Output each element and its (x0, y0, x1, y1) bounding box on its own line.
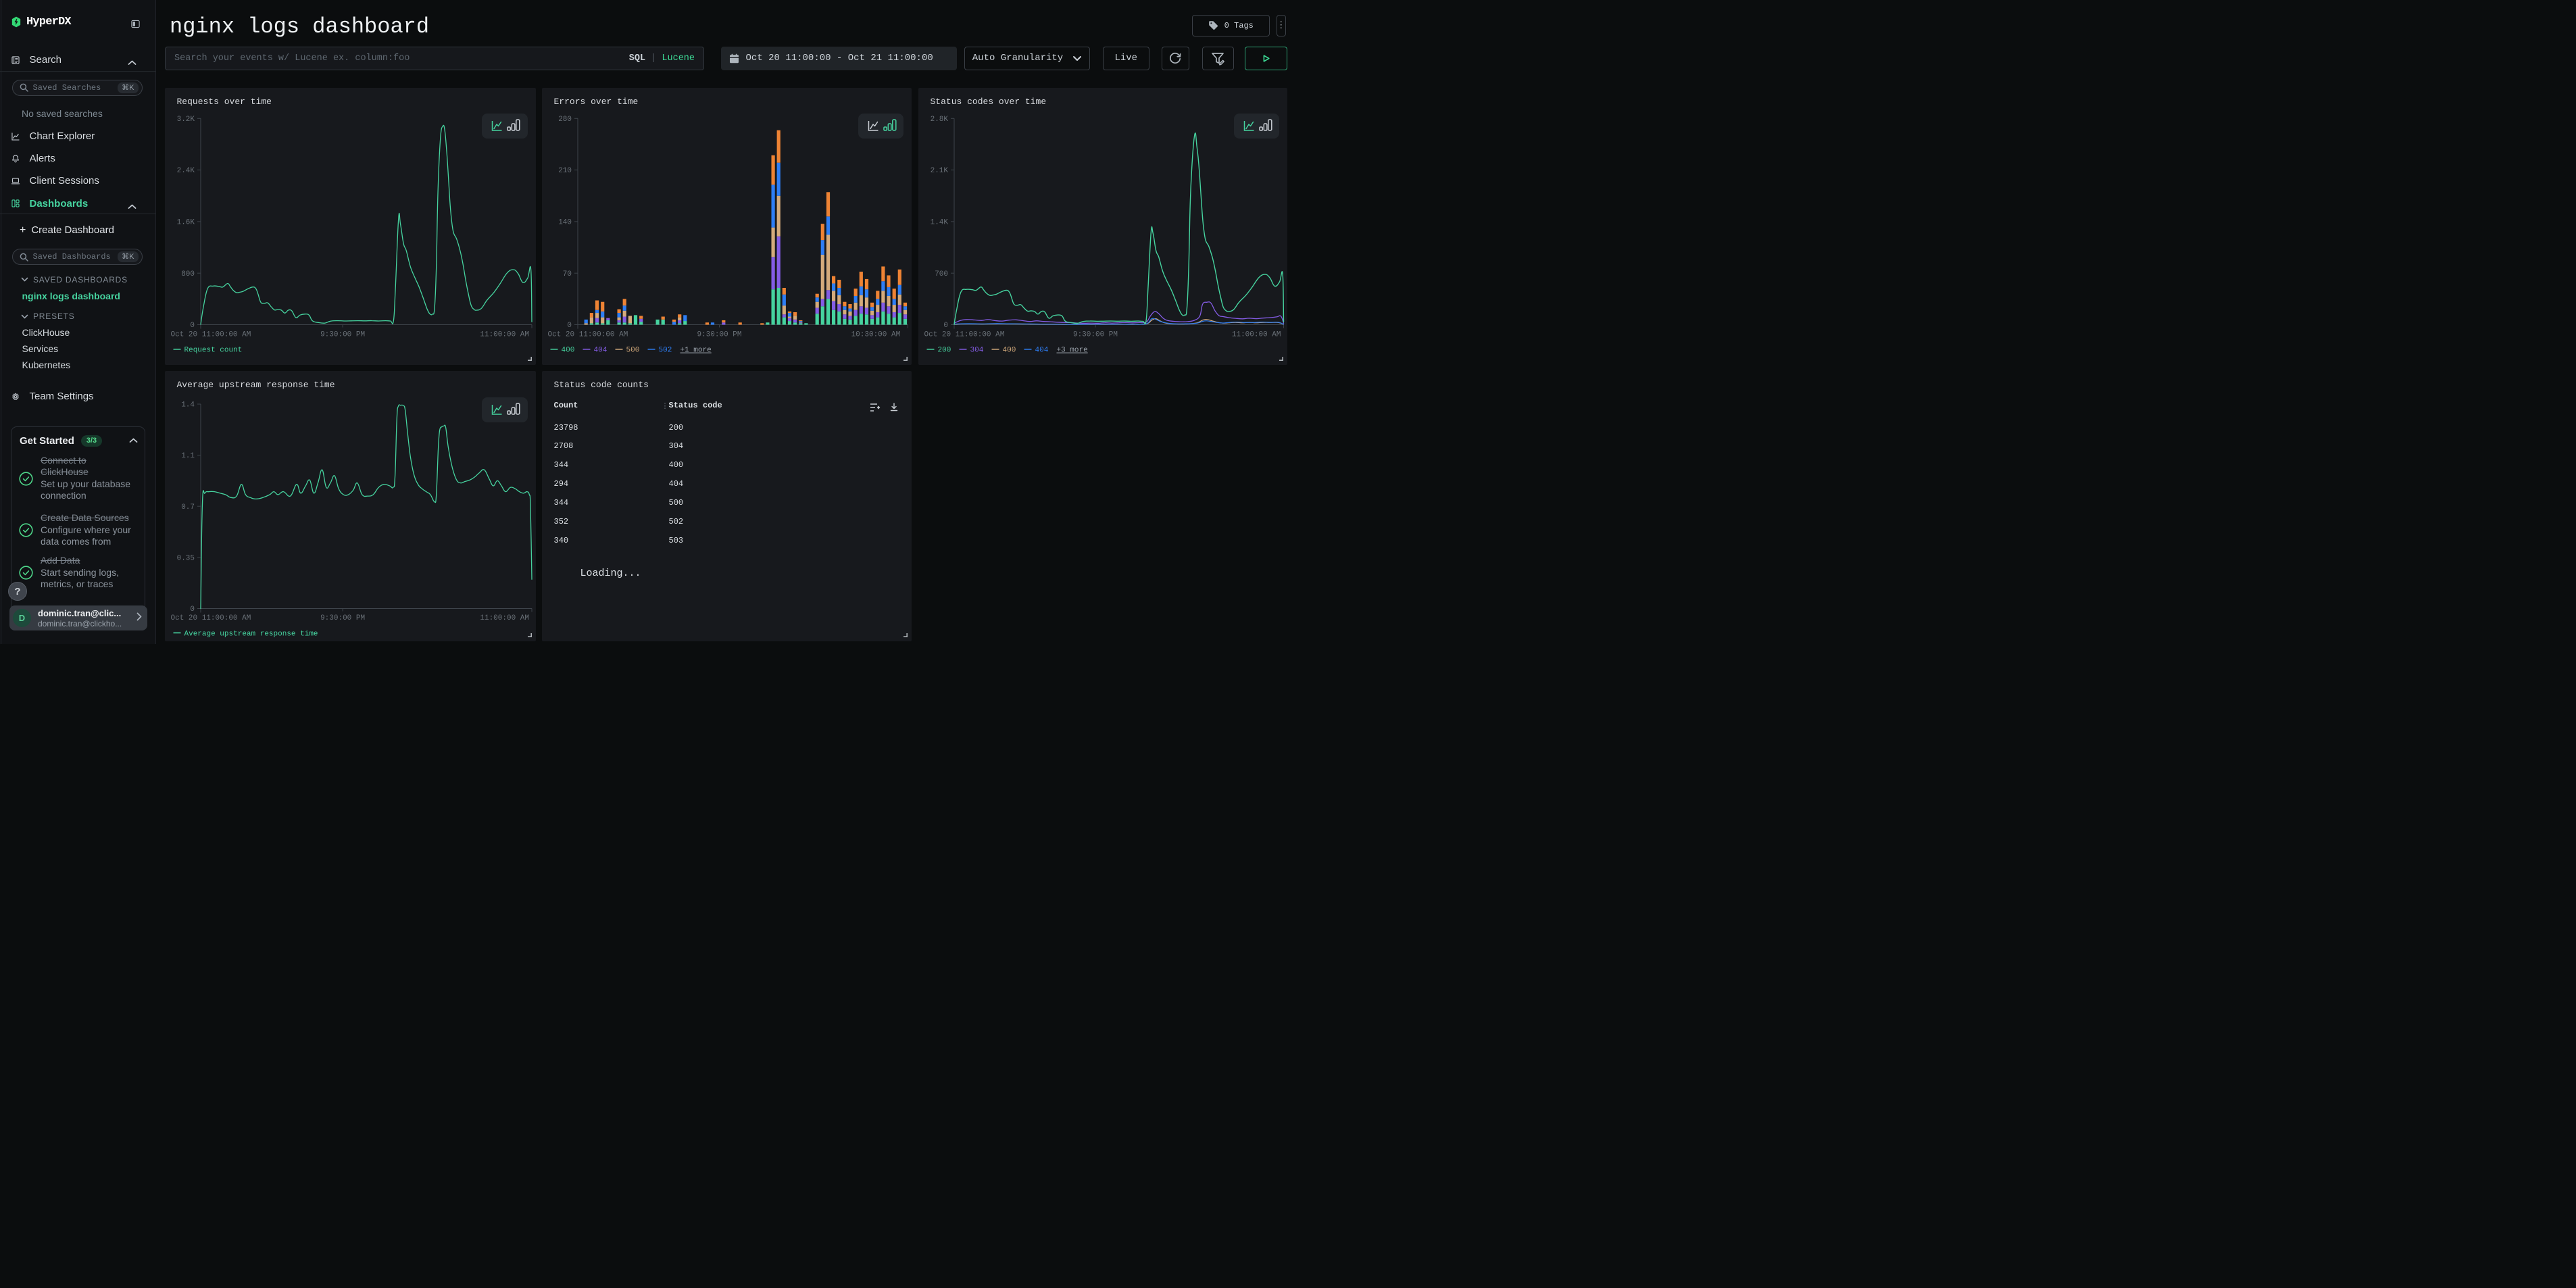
svg-text:0: 0 (943, 322, 948, 330)
svg-text:200: 200 (937, 346, 951, 354)
svg-text:11:00:00 AM: 11:00:00 AM (1231, 330, 1281, 339)
svg-text:0: 0 (190, 322, 195, 330)
svg-text:9:30:00 PM: 9:30:00 PM (320, 330, 365, 339)
svg-text:400: 400 (1002, 346, 1016, 354)
svg-text:400: 400 (561, 346, 574, 354)
svg-text:700: 700 (935, 270, 948, 278)
svg-text:500: 500 (626, 346, 639, 354)
svg-text:2.4K: 2.4K (176, 167, 195, 175)
svg-text:404: 404 (1035, 346, 1048, 354)
svg-text:10:30:00 AM: 10:30:00 AM (851, 330, 900, 339)
svg-text:1.1: 1.1 (181, 452, 195, 460)
svg-text:2.8K: 2.8K (930, 115, 948, 123)
svg-text:70: 70 (562, 270, 571, 278)
svg-text:Oct 20 11:00:00 AM: Oct 20 11:00:00 AM (924, 330, 1004, 339)
svg-text:Request count: Request count (184, 346, 242, 354)
svg-text:11:00:00 AM: 11:00:00 AM (480, 614, 529, 622)
svg-text:502: 502 (658, 346, 672, 354)
svg-text:+1 more: +1 more (680, 346, 711, 354)
svg-text:Average upstream response time: Average upstream response time (184, 630, 318, 638)
svg-text:0: 0 (567, 322, 572, 330)
svg-text:Oct 20 11:00:00 AM: Oct 20 11:00:00 AM (547, 330, 628, 339)
svg-text:210: 210 (558, 167, 572, 175)
svg-text:+3 more: +3 more (1056, 346, 1087, 354)
svg-text:404: 404 (593, 346, 607, 354)
svg-text:0.7: 0.7 (181, 503, 195, 512)
svg-text:2.1K: 2.1K (930, 167, 948, 175)
svg-text:Oct 20 11:00:00 AM: Oct 20 11:00:00 AM (170, 330, 251, 339)
svg-text:9:30:00 PM: 9:30:00 PM (1072, 330, 1117, 339)
svg-text:1.4K: 1.4K (930, 218, 948, 226)
svg-text:800: 800 (181, 270, 195, 278)
svg-text:0.35: 0.35 (176, 555, 194, 563)
svg-text:3.2K: 3.2K (176, 115, 195, 123)
svg-text:Oct 20 11:00:00 AM: Oct 20 11:00:00 AM (170, 614, 251, 622)
svg-text:304: 304 (970, 346, 983, 354)
svg-text:1.4: 1.4 (181, 401, 195, 410)
svg-text:9:30:00 PM: 9:30:00 PM (697, 330, 741, 339)
svg-text:1.6K: 1.6K (176, 218, 195, 226)
svg-text:9:30:00 PM: 9:30:00 PM (320, 614, 365, 622)
svg-text:140: 140 (558, 218, 572, 226)
svg-text:11:00:00 AM: 11:00:00 AM (480, 330, 529, 339)
svg-text:280: 280 (558, 115, 572, 123)
svg-text:0: 0 (190, 605, 195, 614)
